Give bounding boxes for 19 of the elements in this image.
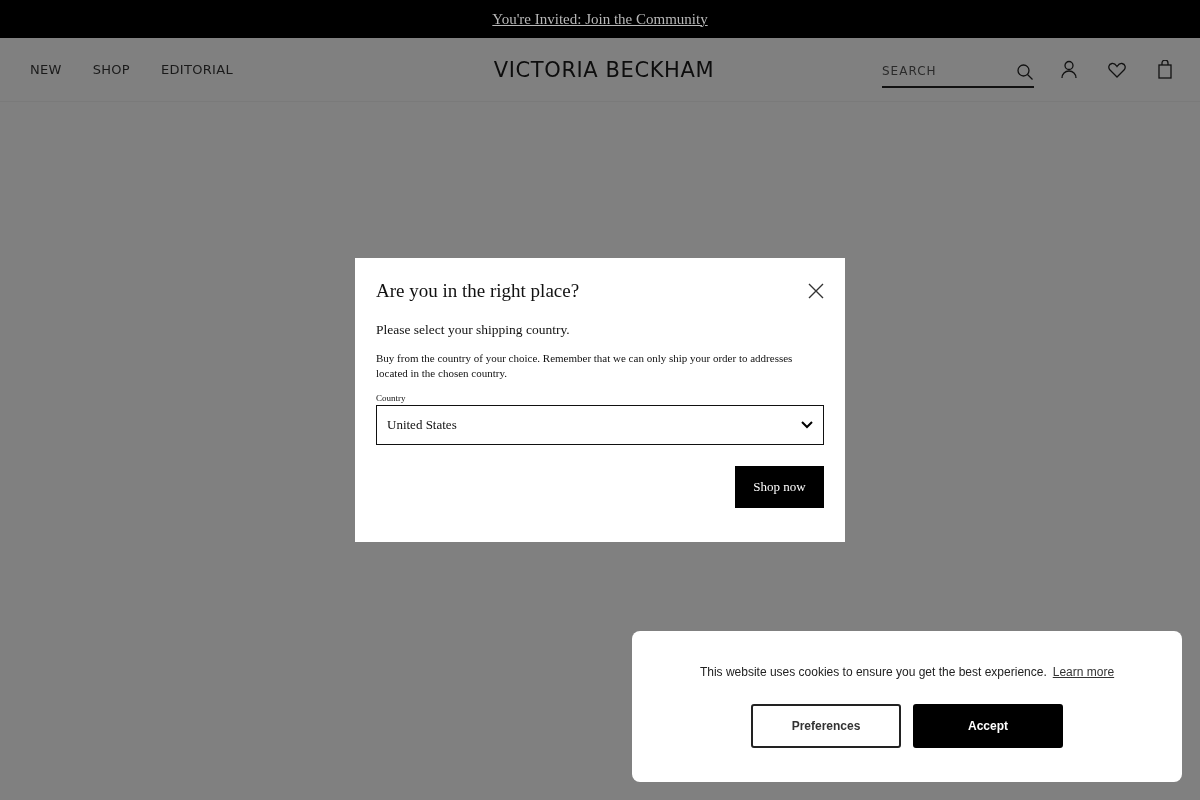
dialog-title: Are you in the right place?: [376, 280, 580, 302]
learn-more-link[interactable]: Learn more: [1052, 665, 1115, 679]
close-icon[interactable]: [808, 283, 824, 299]
shop-now-button[interactable]: Shop now: [735, 466, 824, 508]
nav-link[interactable]: EDITORIAL: [161, 62, 233, 77]
dialog-subtitle: Please select your shipping country.: [376, 322, 571, 338]
nav-link[interactable]: NEW: [30, 62, 62, 77]
accept-button[interactable]: Accept: [913, 704, 1063, 748]
field-label: Country: [376, 393, 407, 403]
chevron-icon: [801, 421, 813, 429]
nav-link[interactable]: SHOP: [92, 62, 130, 77]
country-select[interactable]: United States: [376, 405, 824, 445]
logo[interactable]: VICTORIA BECKHAM: [493, 57, 715, 82]
search-icon[interactable]: [1016, 62, 1034, 81]
promo-link[interactable]: You're Invited: Join the Community: [492, 10, 708, 28]
preferences-button[interactable]: Preferences: [751, 704, 901, 748]
search-field[interactable]: SEARCH: [882, 51, 1034, 88]
cookie-message: This website uses cookies to ensure you get the best experience.: [699, 665, 1047, 679]
dialog-text: Buy from the country of your choice. Remember that we can only ship your order to addresses located in the chosen country.: [376, 351, 794, 381]
